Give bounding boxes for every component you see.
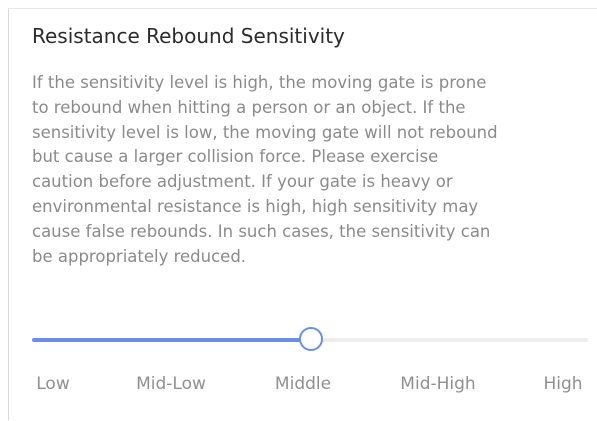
setting-title: Resistance Rebound Sensitivity: [32, 24, 345, 48]
panel-border-top: [8, 8, 597, 9]
slider-fill: [32, 338, 310, 342]
description-line: caution before adjustment. If your gate …: [32, 172, 453, 192]
level-label-middle[interactable]: Middle: [275, 374, 331, 394]
sensitivity-slider[interactable]: [32, 326, 588, 354]
panel-border-left: [8, 8, 9, 420]
level-label-mid-low[interactable]: Mid-Low: [136, 374, 206, 394]
level-label-mid-high[interactable]: Mid-High: [400, 374, 475, 394]
description-line: environmental resistance is high, high s…: [32, 196, 479, 216]
level-label-low[interactable]: Low: [36, 374, 69, 394]
description-line: be appropriately reduced.: [32, 246, 247, 266]
slider-thumb[interactable]: [299, 327, 323, 351]
sensitivity-level-labels: Low Mid-Low Middle Mid-High High: [0, 374, 597, 398]
description-line: but cause a larger collision force. Plea…: [32, 147, 439, 167]
description-line: sensitivity level is low, the moving gat…: [32, 122, 498, 142]
sensitivity-settings-panel: Resistance Rebound Sensitivity If the se…: [0, 0, 597, 421]
level-label-high[interactable]: High: [543, 374, 582, 394]
setting-description: If the sensitivity level is high, the mo…: [32, 71, 592, 269]
description-line: cause false rebounds. In such cases, the…: [32, 221, 491, 241]
description-line: to rebound when hitting a person or an o…: [32, 97, 466, 117]
description-line: If the sensitivity level is high, the mo…: [32, 73, 487, 92]
